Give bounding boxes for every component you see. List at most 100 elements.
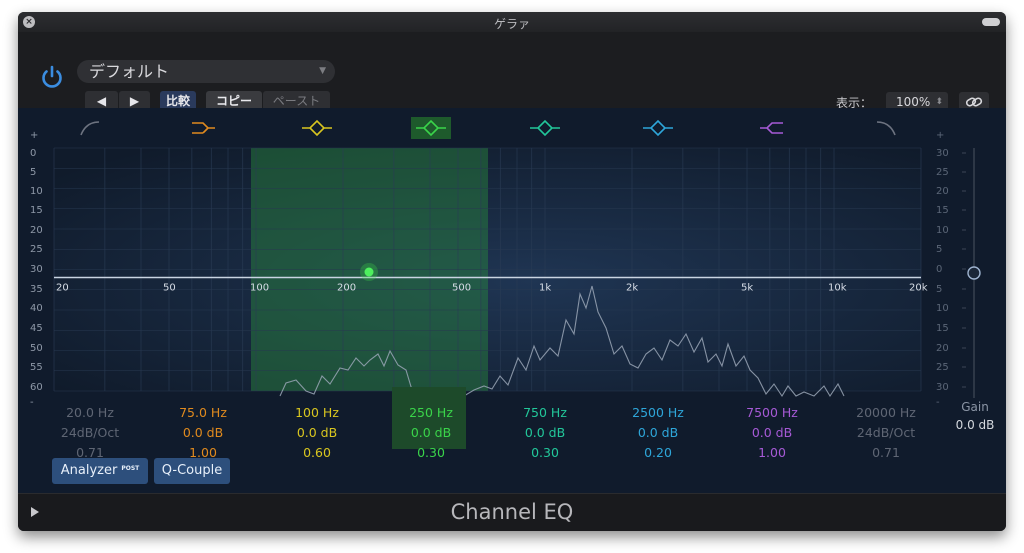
gain-value[interactable]: 0.0 dB [953,416,997,434]
gain-scale-label: + [936,130,944,141]
band-gain-value[interactable]: 0.0 dB [495,423,595,443]
analyzer-post-badge: POST [121,465,140,472]
title-bar: × ゲラァ [18,12,1006,32]
analyzer-label: Analyzer [60,463,118,478]
preset-menu[interactable]: デフォルト ▼ [77,60,335,83]
band-freq-value[interactable]: 7500 Hz [722,403,822,423]
band-gain-value[interactable]: 0.0 dB [381,423,481,443]
band-freq-value[interactable]: 75.0 Hz [153,403,253,423]
db-scale-label: 45 [30,323,43,334]
band-params-parametric-1: 100 Hz 0.0 dB 0.60 [267,403,367,463]
db-scale-label: - [30,397,34,408]
freq-tick-label: 20 [56,283,69,294]
band-params-parametric-3: 750 Hz 0.0 dB 0.30 [495,403,595,463]
band-params-parametric-4: 2500 Hz 0.0 dB 0.20 [608,403,708,463]
band-params-parametric-2: 250 Hz 0.0 dB 0.30 [381,403,481,463]
zoom-value: 100% [896,95,931,109]
gain-scale-label: 5 [936,284,942,295]
band-params-low-cut: 20.0 Hz 24dB/Oct 0.71 [40,403,140,463]
band-freq-value[interactable]: 20.0 Hz [40,403,140,423]
gain-scale-label: 0 [936,264,942,275]
gain-scale-label: 10 [936,225,949,236]
plugin-header: デフォルト ▼ ◀ ▶ 比較 コピー ペースト 表示： 100% ⬍ [18,32,1006,112]
gain-scale-label: 30 [936,148,949,159]
gain-scale-label: 25 [936,167,949,178]
power-icon[interactable] [38,63,66,91]
eq-main-panel: 20 50 100 200 500 1k 2k 5k 10k 20k +0 5 10 15 20 25 30 35… [18,108,1006,493]
freq-tick-label: 10k [828,283,847,294]
gain-label: Gain [961,400,989,414]
gain-scale-label: - [936,397,940,408]
band-params-high-cut: 20000 Hz 24dB/Oct 0.71 [836,403,936,463]
band-params-high-shelf: 7500 Hz 0.0 dB 1.00 [722,403,822,463]
band-q-value[interactable]: 0.30 [381,443,481,463]
link-icon [965,97,983,107]
band-freq-value[interactable]: 2500 Hz [608,403,708,423]
window-title: ゲラァ [493,17,530,31]
plugin-footer: Channel EQ [18,493,1006,531]
band-params-low-shelf: 75.0 Hz 0.0 dB 1.00 [153,403,253,463]
db-scale-label: 15 [30,205,43,216]
band-gain-value[interactable]: 0.0 dB [722,423,822,443]
freq-tick-label: 500 [452,283,471,294]
freq-tick-label: 5k [741,283,753,294]
freq-tick-label: 1k [539,283,551,294]
gain-scale-label: 20 [936,186,949,197]
band-freq-value[interactable]: 250 Hz [381,403,481,423]
plugin-window: × ゲラァ デフォルト ▼ ◀ ▶ 比較 コピー ペースト 表示： 100% ⬍ [18,12,1006,531]
gain-scale-label: 10 [936,303,949,314]
db-scale-label: 35 [30,284,43,295]
db-scale-label: 0 [30,148,36,159]
band-gain-value[interactable]: 0.0 dB [608,423,708,443]
band-gain-value[interactable]: 0.0 dB [267,423,367,443]
gain-scale-label: 25 [936,362,949,373]
band-parametric-4-bell-icon[interactable] [643,119,673,137]
db-scale-label: 50 [30,343,43,354]
db-scale-label: 30 [30,264,43,275]
gain-scale-label: 15 [936,323,949,334]
freq-tick-label: 2k [626,283,638,294]
band-gain-value[interactable]: 24dB/Oct [836,423,936,443]
db-scale-label: 20 [30,225,43,236]
gain-scale-label: 20 [936,343,949,354]
band-parametric-1-bell-icon[interactable] [302,119,332,137]
db-scale-label: 55 [30,362,43,373]
band-q-value[interactable]: 0.30 [495,443,595,463]
analyzer-button[interactable]: Analyzer POST [52,458,148,484]
freq-tick-label: 20k [909,283,928,294]
band-node[interactable] [364,267,374,277]
band-q-value[interactable]: 0.60 [267,443,367,463]
band-q-value[interactable]: 0.71 [836,443,936,463]
band-high-shelf-high-shelf-icon[interactable] [760,122,783,134]
freq-tick-label: 50 [163,283,176,294]
toolbar-toggle-button[interactable] [982,18,1000,26]
gain-scale-label: 30 [936,382,949,393]
band-parametric-3-bell-icon[interactable] [530,119,560,137]
band-gain-value[interactable]: 0.0 dB [153,423,253,443]
chevron-down-icon: ▼ [319,66,326,76]
band-q-value[interactable]: 1.00 [722,443,822,463]
band-gain-value[interactable]: 24dB/Oct [40,423,140,443]
preset-name: デフォルト [89,62,170,81]
band-high-cut-high-cut-icon[interactable] [876,121,896,136]
band-low-shelf-low-shelf-icon[interactable] [192,122,215,134]
db-scale-label: 5 [30,167,36,178]
band-low-cut-low-cut-icon[interactable] [80,121,100,136]
band-freq-value[interactable]: 20000 Hz [836,403,936,423]
gain-slider-knob[interactable] [967,266,981,280]
gain-scale-label: 15 [936,205,949,216]
q-couple-button[interactable]: Q-Couple [154,458,230,484]
db-scale-label: 25 [30,244,43,255]
db-scale-label: 40 [30,303,43,314]
band-freq-value[interactable]: 750 Hz [495,403,595,423]
band-freq-value[interactable]: 100 Hz [267,403,367,423]
db-scale-label: 60 [30,382,43,393]
db-scale-label: 10 [30,186,43,197]
plugin-name: Channel EQ [450,500,574,524]
freq-tick-label: 100 [250,283,269,294]
gain-scale-label: 5 [936,244,942,255]
db-scale-label: + [30,130,38,141]
band-q-value[interactable]: 0.20 [608,443,708,463]
freq-tick-label: 200 [337,283,356,294]
gain-readout: Gain 0.0 dB [953,398,997,434]
